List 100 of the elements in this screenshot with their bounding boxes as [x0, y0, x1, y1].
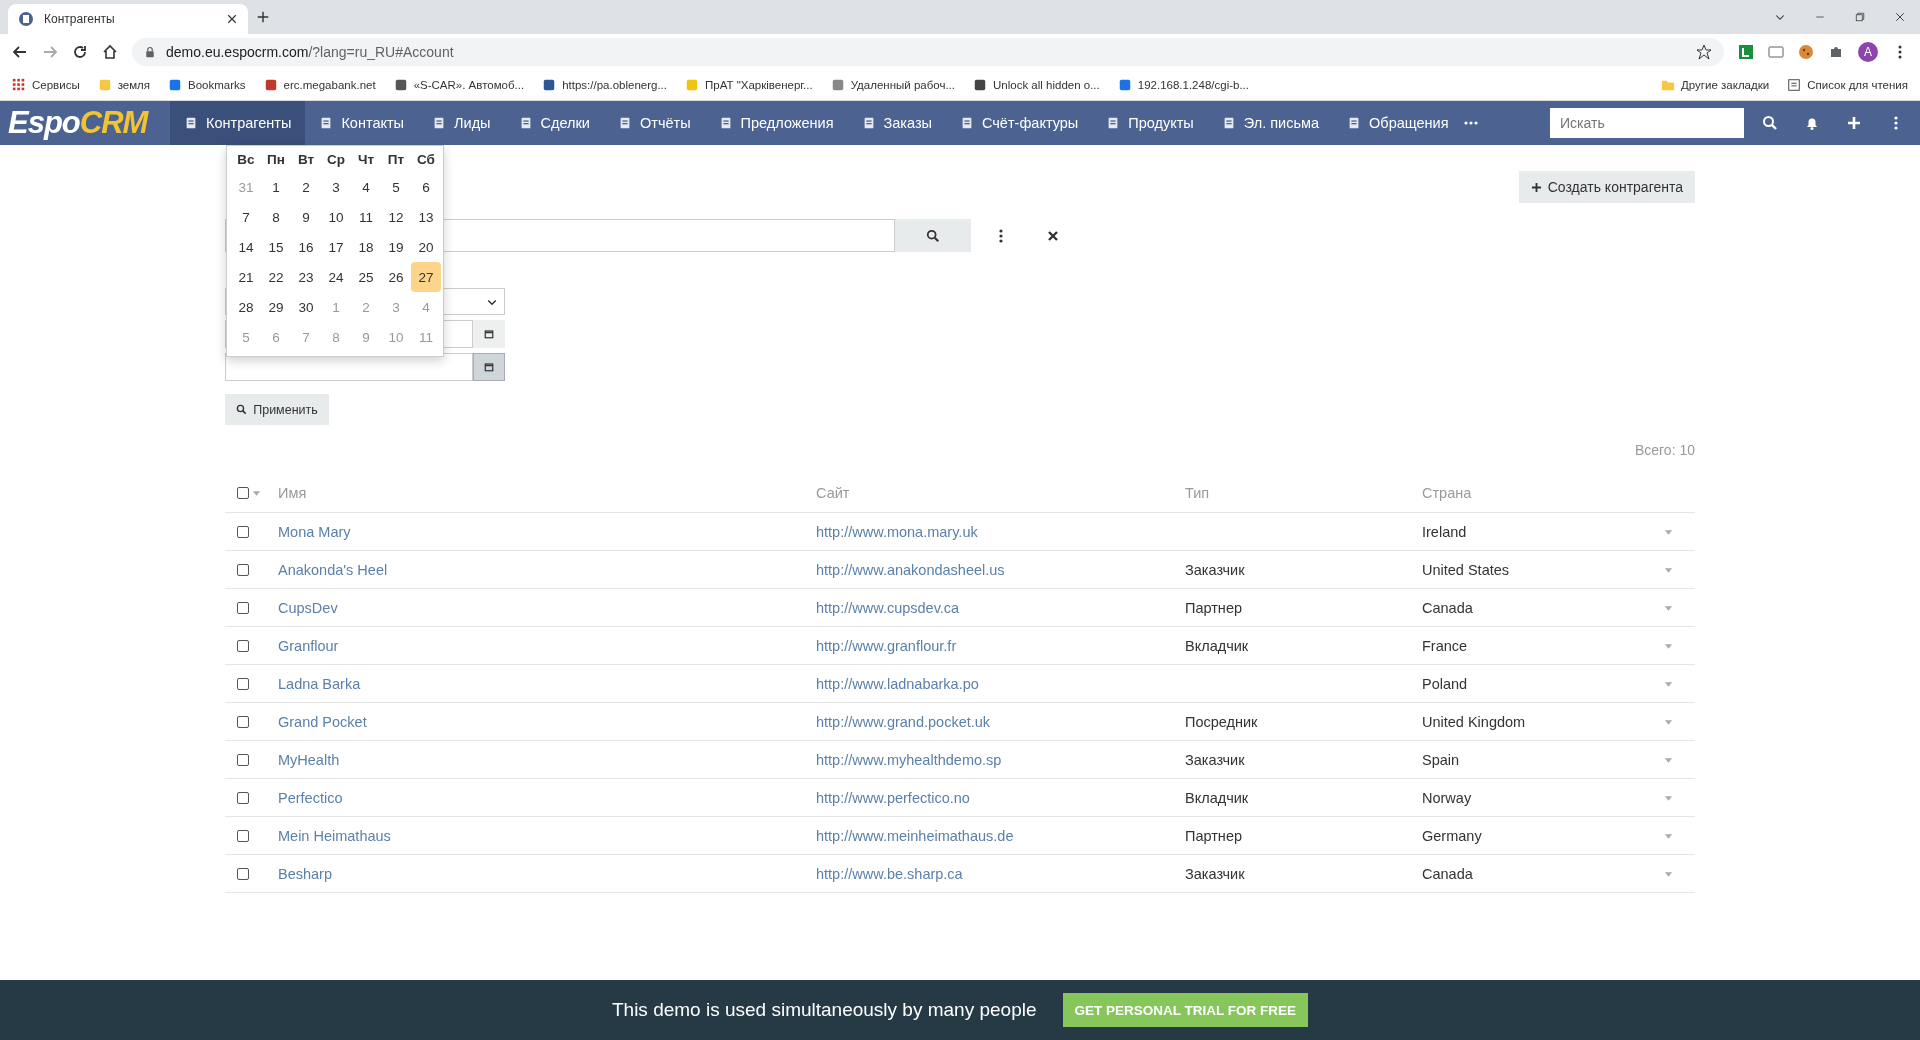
calendar-day[interactable]: 17: [321, 232, 351, 262]
bookmark[interactable]: Удаленный рабоч...: [850, 79, 955, 91]
row-checkbox[interactable]: [237, 601, 249, 614]
nav-tab[interactable]: Заказы: [847, 101, 946, 145]
select-all-checkbox[interactable]: [237, 487, 249, 499]
module-icon: [960, 116, 974, 130]
new-tab-icon: [256, 10, 270, 24]
account-link[interactable]: Mona Mary: [278, 523, 351, 540]
apply-button[interactable]: Применить: [225, 394, 329, 425]
website-link[interactable]: http://www.anakondasheel.us: [816, 561, 1005, 578]
favicon-icon: [18, 11, 34, 27]
website-link[interactable]: http://www.meinheimathaus.de: [816, 827, 1014, 844]
account-link[interactable]: CupsDev: [278, 599, 338, 616]
calendar-day[interactable]: 5: [381, 172, 411, 202]
account-link[interactable]: Anakonda's Heel: [278, 561, 388, 578]
calendar-day[interactable]: 12: [381, 202, 411, 232]
bookmark[interactable]: erc.megabank.net: [283, 79, 376, 91]
nav-tab[interactable]: Контакты: [305, 101, 419, 145]
bookmark[interactable]: Unlock all hidden o...: [993, 79, 1100, 91]
profile-avatar[interactable]: A: [1858, 42, 1878, 62]
search-field[interactable]: Искать: [1550, 108, 1744, 138]
calendar-day[interactable]: 25: [351, 262, 381, 292]
calendar-day[interactable]: 30: [291, 292, 321, 322]
row-checkbox[interactable]: [237, 525, 249, 538]
bookmark[interactable]: Список для чтения: [1807, 79, 1908, 91]
calendar-button[interactable]: [473, 353, 505, 381]
nav-tab[interactable]: Эл. письма: [1207, 101, 1334, 145]
calendar-day[interactable]: 19: [381, 232, 411, 262]
search-icon: [926, 228, 940, 243]
nav-tab[interactable]: Счёт-фактуры: [946, 101, 1093, 145]
search-button[interactable]: [895, 219, 971, 252]
calendar-day[interactable]: 24: [321, 262, 351, 292]
account-link[interactable]: Mein Heimathaus: [278, 827, 391, 844]
row-checkbox[interactable]: [237, 639, 249, 652]
row-checkbox[interactable]: [237, 563, 249, 576]
calendar-day[interactable]: 27: [411, 262, 441, 292]
browser-tab[interactable]: Контрагенты: [8, 4, 248, 34]
website-link[interactable]: http://www.be.sharp.ca: [816, 865, 963, 882]
bookmark[interactable]: ПрАТ "Харківенерг...: [705, 79, 813, 91]
row-checkbox[interactable]: [237, 753, 249, 766]
create-account-button[interactable]: Создать контрагента: [1518, 171, 1695, 203]
nav-tab[interactable]: Контрагенты: [170, 101, 306, 145]
bookmark[interactable]: земля: [117, 79, 151, 91]
calendar-day[interactable]: 23: [291, 262, 321, 292]
account-link[interactable]: Ladna Barka: [278, 675, 361, 692]
bookmark[interactable]: https://pa.oblenerg...: [562, 79, 667, 91]
calendar-day[interactable]: 13: [411, 202, 441, 232]
website-link[interactable]: http://www.cupsdev.ca: [816, 599, 960, 616]
address-field[interactable]: demo.eu.espocrm.com/?lang=ru_RU#Account: [132, 38, 1724, 66]
row-checkbox[interactable]: [237, 791, 249, 804]
calendar-day[interactable]: 26: [381, 262, 411, 292]
calendar-day[interactable]: 4: [351, 172, 381, 202]
account-link[interactable]: Besharp: [278, 865, 332, 882]
website-link[interactable]: http://www.grand.pocket.uk: [816, 713, 991, 730]
calendar-day[interactable]: 7: [231, 202, 261, 232]
calendar-day[interactable]: 1: [261, 172, 291, 202]
calendar-day[interactable]: 18: [351, 232, 381, 262]
calendar-day[interactable]: 1: [321, 292, 351, 322]
bookmark[interactable]: Сервисы: [32, 79, 80, 91]
logo[interactable]: EspoCRM: [0, 101, 170, 145]
calendar-day[interactable]: 16: [291, 232, 321, 262]
row-checkbox[interactable]: [237, 867, 249, 880]
account-link[interactable]: Perfectico: [278, 789, 343, 806]
calendar-day[interactable]: 28: [231, 292, 261, 322]
row-checkbox[interactable]: [237, 677, 249, 690]
calendar-day[interactable]: 10: [321, 202, 351, 232]
calendar-day[interactable]: 20: [411, 232, 441, 262]
calendar-day[interactable]: 2: [291, 172, 321, 202]
website-link[interactable]: http://www.perfectico.no: [816, 789, 970, 806]
calendar-day[interactable]: 8: [261, 202, 291, 232]
account-link[interactable]: Granflour: [278, 637, 339, 654]
nav-tab[interactable]: Предложения: [704, 101, 848, 145]
calendar-button[interactable]: [473, 320, 505, 348]
nav-tab[interactable]: Сделки: [504, 101, 604, 145]
nav-tab[interactable]: Отчёты: [603, 101, 705, 145]
account-link[interactable]: Grand Pocket: [278, 713, 367, 730]
star-icon: [1696, 44, 1712, 60]
row-checkbox[interactable]: [237, 829, 249, 842]
calendar-day[interactable]: 6: [411, 172, 441, 202]
calendar-day[interactable]: 9: [291, 202, 321, 232]
bookmark[interactable]: «S-CAR». Автомоб...: [413, 79, 525, 91]
calendar-day[interactable]: 14: [231, 232, 261, 262]
nav-tab[interactable]: Продукты: [1092, 101, 1208, 145]
website-link[interactable]: http://www.mona.mary.uk: [816, 523, 978, 540]
bookmark[interactable]: Другие закладки: [1681, 79, 1770, 91]
calendar-day[interactable]: 11: [351, 202, 381, 232]
account-link[interactable]: MyHealth: [278, 751, 340, 768]
bookmark[interactable]: 192.168.1.248/cgi-b...: [1137, 79, 1249, 91]
calendar-day[interactable]: 21: [231, 262, 261, 292]
calendar-day[interactable]: 15: [261, 232, 291, 262]
calendar-day[interactable]: 29: [261, 292, 291, 322]
row-checkbox[interactable]: [237, 715, 249, 728]
website-link[interactable]: http://www.granflour.fr: [816, 637, 957, 654]
calendar-day[interactable]: 22: [261, 262, 291, 292]
website-link[interactable]: http://www.myhealthdemo.sp: [816, 751, 1002, 768]
website-link[interactable]: http://www.ladnabarka.po: [816, 675, 979, 692]
calendar-day[interactable]: 3: [321, 172, 351, 202]
nav-tab[interactable]: Лиды: [418, 101, 505, 145]
bookmark[interactable]: Bookmarks: [188, 79, 246, 91]
nav-tab[interactable]: Обращения: [1333, 101, 1463, 145]
